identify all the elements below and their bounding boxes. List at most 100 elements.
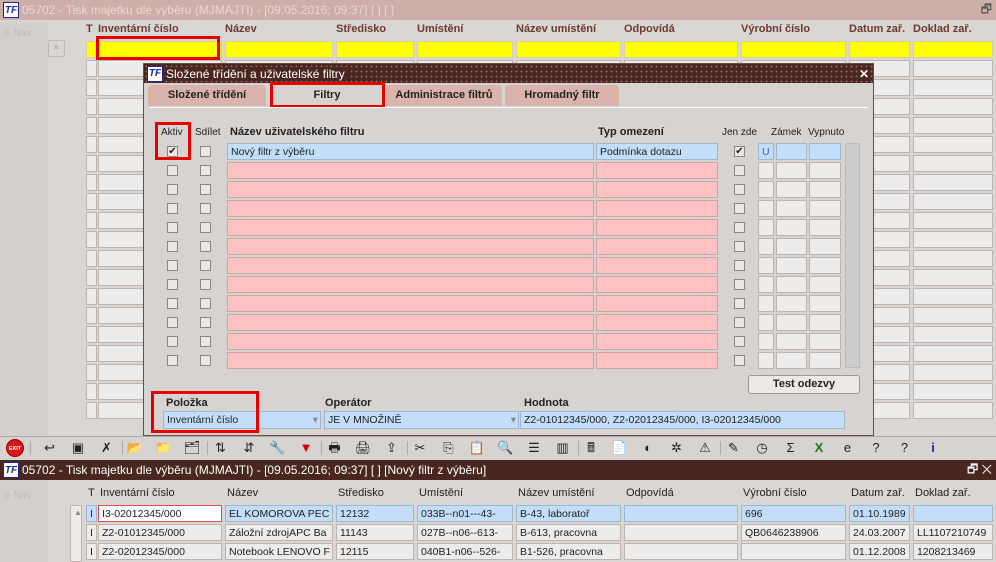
- sdilet-checkbox[interactable]: [200, 298, 211, 309]
- aktiv-checkbox[interactable]: [167, 317, 178, 328]
- operator-select[interactable]: JE V MNOŽINĚ ▾: [324, 411, 519, 429]
- jen-zde-checkbox[interactable]: [734, 336, 745, 347]
- jen-zde-checkbox[interactable]: [734, 355, 745, 366]
- filter-name-field[interactable]: [227, 200, 594, 217]
- back-icon[interactable]: ↩: [41, 439, 59, 457]
- fg-table-cell[interactable]: Z2-01012345/000: [98, 524, 222, 541]
- tab-administrace-filtru[interactable]: Administrace filtrů: [386, 85, 502, 106]
- jen-zde-checkbox[interactable]: [734, 241, 745, 252]
- fg-table-cell[interactable]: I: [86, 543, 97, 560]
- sdilet-checkbox[interactable]: [200, 146, 211, 157]
- filter-name-field[interactable]: [227, 162, 594, 179]
- list-icon[interactable]: ☰: [525, 439, 543, 457]
- fg-table-cell[interactable]: 12132: [336, 505, 414, 522]
- fg-table-cell[interactable]: 040B1-n06--526-: [417, 543, 513, 560]
- filter-type-field[interactable]: [596, 352, 718, 369]
- folder-run-icon[interactable]: 📁: [155, 439, 173, 457]
- jen-zde-checkbox[interactable]: [734, 222, 745, 233]
- query-field[interactable]: [516, 41, 621, 58]
- sdilet-checkbox[interactable]: [200, 355, 211, 366]
- jen-zde-checkbox[interactable]: [734, 279, 745, 290]
- jen-zde-checkbox[interactable]: [734, 184, 745, 195]
- filter-name-field[interactable]: [227, 238, 594, 255]
- filter-type-field[interactable]: Podmínka dotazu: [596, 143, 718, 160]
- jen-zde-checkbox[interactable]: [734, 203, 745, 214]
- jen-zde-checkbox[interactable]: [734, 260, 745, 271]
- filter-name-field[interactable]: [227, 314, 594, 331]
- fg-nav-button[interactable]: ◎ Nav: [2, 490, 31, 501]
- fg-table-cell[interactable]: [624, 543, 738, 560]
- sdilet-checkbox[interactable]: [200, 260, 211, 271]
- fg-table-cell[interactable]: 1208213469: [913, 543, 993, 560]
- query-field[interactable]: [336, 41, 414, 58]
- filter-name-field[interactable]: [227, 333, 594, 350]
- filter-name-field[interactable]: [227, 295, 594, 312]
- fg-table-cell[interactable]: [913, 505, 993, 522]
- filter-type-field[interactable]: [596, 238, 718, 255]
- edit-icon[interactable]: ✎: [725, 439, 743, 457]
- folder-open-icon[interactable]: 📂: [126, 439, 144, 457]
- info-icon[interactable]: i: [924, 439, 942, 457]
- filter-name-field[interactable]: [227, 276, 594, 293]
- fg-table-cell[interactable]: Notebook LENOVO F: [225, 543, 333, 560]
- sdilet-checkbox[interactable]: [200, 336, 211, 347]
- cancel-icon[interactable]: ✗: [98, 439, 116, 457]
- print-icon[interactable]: 🖶: [326, 439, 344, 457]
- query-field[interactable]: [741, 41, 846, 58]
- fg-table-cell[interactable]: I3-02012345/000: [98, 505, 222, 522]
- fg-table-cell[interactable]: 033B--n01---43-: [417, 505, 513, 522]
- query-field[interactable]: [417, 41, 513, 58]
- query-field[interactable]: [913, 41, 993, 58]
- globe-icon[interactable]: ◐: [639, 439, 657, 457]
- fg-table-cell[interactable]: 01.10.1989: [849, 505, 910, 522]
- sdilet-checkbox[interactable]: [200, 184, 211, 195]
- aktiv-checkbox[interactable]: [167, 336, 178, 347]
- aktiv-checkbox[interactable]: [167, 279, 178, 290]
- fg-table-cell[interactable]: [741, 543, 846, 560]
- calculator-icon[interactable]: 🖩: [582, 439, 600, 457]
- filter-name-field[interactable]: [227, 257, 594, 274]
- sdilet-checkbox[interactable]: [200, 317, 211, 328]
- sdilet-checkbox[interactable]: [200, 203, 211, 214]
- filter-type-field[interactable]: [596, 295, 718, 312]
- bg-nav-button[interactable]: ◎ Nav: [2, 28, 48, 39]
- aktiv-checkbox[interactable]: [167, 203, 178, 214]
- fg-table-cell[interactable]: Záložní zdrojAPC Ba: [225, 524, 333, 541]
- fg-table-cell[interactable]: 01.12.2008: [849, 543, 910, 560]
- close-icon[interactable]: ✕: [858, 66, 869, 81]
- sdilet-checkbox[interactable]: [200, 165, 211, 176]
- sdilet-checkbox[interactable]: [200, 279, 211, 290]
- aktiv-checkbox[interactable]: [167, 355, 178, 366]
- tab-slozene-trideni[interactable]: Složené třídění: [148, 85, 266, 106]
- filter-type-field[interactable]: [596, 257, 718, 274]
- find-icon[interactable]: 🔍: [497, 439, 515, 457]
- filter-name-field[interactable]: Nový filtr z výběru: [227, 143, 594, 160]
- hodnota-input[interactable]: Z2-01012345/000, Z2-02012345/000, I3-020…: [520, 411, 845, 429]
- scroll-up-button[interactable]: ▲: [48, 40, 65, 57]
- folder-delete-icon[interactable]: 🗂: [183, 439, 201, 457]
- jen-zde-checkbox[interactable]: ✔: [734, 146, 745, 157]
- context-help-icon[interactable]: ?: [896, 439, 914, 457]
- test-odezvy-button[interactable]: Test odezvy: [748, 375, 860, 394]
- fg-table-cell[interactable]: 24.03.2007: [849, 524, 910, 541]
- ie-icon[interactable]: e: [839, 439, 857, 457]
- fg-scrollbar[interactable]: ▲: [70, 505, 82, 562]
- aktiv-checkbox[interactable]: [167, 298, 178, 309]
- filter-type-field[interactable]: [596, 162, 718, 179]
- query-field[interactable]: [225, 41, 333, 58]
- fg-table-cell[interactable]: EL KOMOROVA PEC: [225, 505, 333, 522]
- filter-type-field[interactable]: [596, 276, 718, 293]
- fg-table-cell[interactable]: 12115: [336, 543, 414, 560]
- warning-icon[interactable]: ⚠: [696, 439, 714, 457]
- filter-type-field[interactable]: [596, 200, 718, 217]
- fg-table-cell[interactable]: I: [86, 505, 97, 522]
- filter-type-field[interactable]: [596, 219, 718, 236]
- filter-scrollbar[interactable]: [845, 143, 860, 368]
- fg-table-cell[interactable]: [624, 524, 738, 541]
- tools-icon[interactable]: 🔧: [269, 439, 287, 457]
- sort-asc-icon[interactable]: ⇅: [212, 439, 230, 457]
- filter-icon[interactable]: ▼: [297, 439, 315, 457]
- fg-table-cell[interactable]: I: [86, 524, 97, 541]
- sort-desc-icon[interactable]: ⇵: [240, 439, 258, 457]
- query-field[interactable]: [624, 41, 738, 58]
